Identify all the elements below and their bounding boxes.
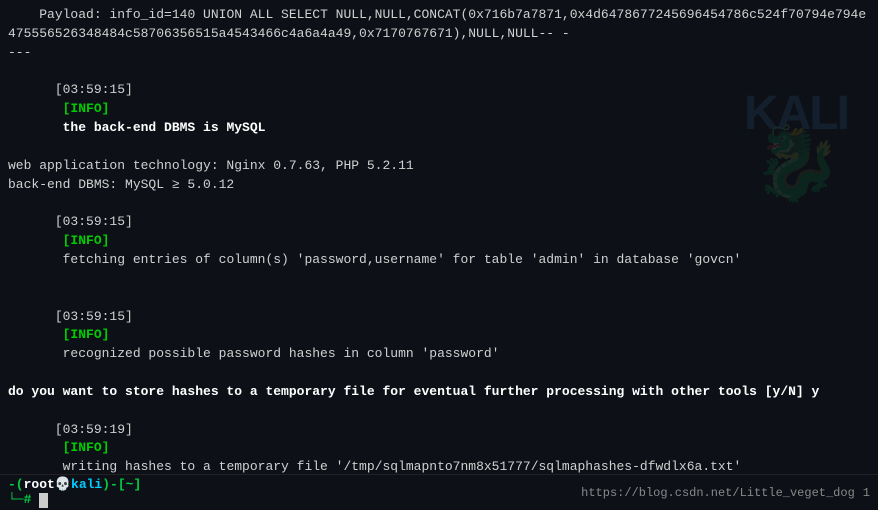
info-writing-line: [03:59:19] [INFO] writing hashes to a te… xyxy=(8,402,870,480)
web-tech-line: web application technology: Nginx 0.7.63… xyxy=(8,157,870,176)
payload-line: Payload: info_id=140 UNION ALL SELECT NU… xyxy=(8,6,870,44)
kali2: kali xyxy=(71,477,102,492)
timestamp-1: [03:59:15] xyxy=(55,82,133,97)
prompt-open: -( xyxy=(8,477,24,492)
terminal-window: KALI 🐉 Payload: info_id=140 UNION ALL SE… xyxy=(0,0,878,510)
skull2: 💀 xyxy=(55,477,71,492)
info-fetching-line: [03:59:15] [INFO] fetching entries of co… xyxy=(8,194,870,288)
timestamp-4: [03:59:19] xyxy=(55,422,133,437)
closebracket: ] xyxy=(133,477,141,492)
close2: )-[ xyxy=(102,477,125,492)
info-label-4: [INFO] xyxy=(55,440,110,455)
bottom-num: 1 xyxy=(863,486,870,500)
info-text-4: writing hashes to a temporary file '/tmp… xyxy=(55,459,742,474)
timestamp-3: [03:59:15] xyxy=(55,309,133,324)
timestamp-2: [03:59:15] xyxy=(55,214,133,229)
prompt-arrow: └─ xyxy=(8,492,24,507)
info-label-1: [INFO] xyxy=(55,101,110,116)
info-text-3: recognized possible password hashes in c… xyxy=(55,346,500,361)
info-recognized-line: [03:59:15] [INFO] recognized possible pa… xyxy=(8,289,870,383)
bottom-url: https://blog.csdn.net/Little_veget_dog xyxy=(581,486,855,500)
info-text-1: the back-end DBMS is MySQL xyxy=(55,120,266,135)
separator-line: --- xyxy=(8,44,870,63)
info-text-2: fetching entries of column(s) 'password,… xyxy=(55,252,742,267)
bottom-bar: -(root💀kali)-[~] └─# https://blog.csdn.n… xyxy=(0,474,878,510)
prompt-hash2: # xyxy=(24,492,32,507)
info-mysql-line: [03:59:15] [INFO] the back-end DBMS is M… xyxy=(8,63,870,157)
cursor2 xyxy=(39,493,48,508)
backend-dbms-line: back-end DBMS: MySQL ≥ 5.0.12 xyxy=(8,176,870,195)
info-label-2: [INFO] xyxy=(55,233,110,248)
prompt-area[interactable]: -(root💀kali)-[~] └─# xyxy=(8,477,581,507)
info-label-3: [INFO] xyxy=(55,327,110,342)
store-hashes-line: do you want to store hashes to a tempora… xyxy=(8,383,870,402)
prompt-root2: root xyxy=(24,477,55,492)
terminal-content: Payload: info_id=140 UNION ALL SELECT NU… xyxy=(8,6,870,480)
